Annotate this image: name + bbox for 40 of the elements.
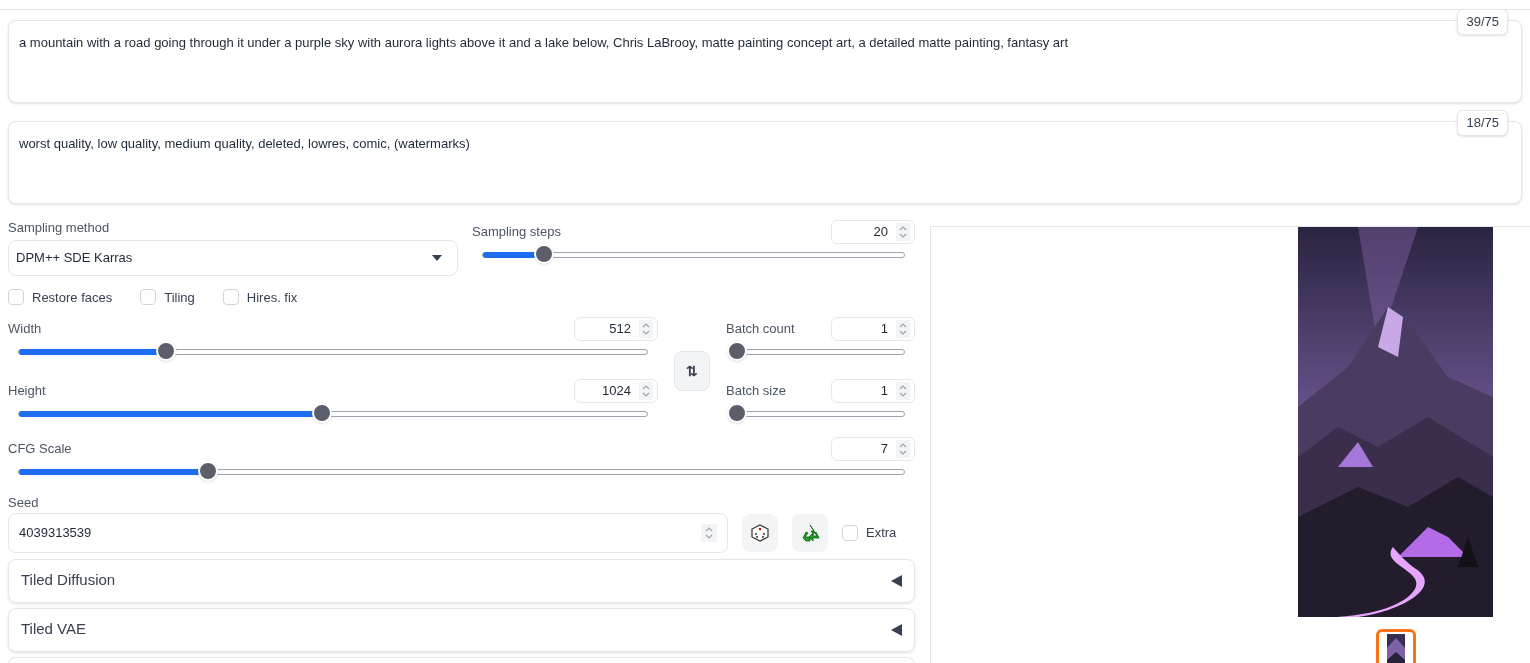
- accordion-header[interactable]: Tiled VAE: [8, 607, 915, 652]
- spinner-icon: [701, 523, 717, 542]
- number-field[interactable]: 1024: [574, 379, 658, 403]
- checkbox-label: Extra: [866, 523, 897, 542]
- checkbox[interactable]: [8, 289, 24, 306]
- slider-label: Batch size: [726, 382, 786, 401]
- number-field[interactable]: 1: [831, 379, 915, 403]
- number-field[interactable]: 20: [831, 220, 915, 244]
- slider-thumb[interactable]: [727, 341, 747, 361]
- slider-label: CFG Scale: [8, 440, 72, 459]
- caret-icon: [432, 254, 442, 261]
- slider-thumb[interactable]: [533, 244, 554, 264]
- checkbox[interactable]: [842, 524, 858, 541]
- slider-thumb[interactable]: [727, 403, 747, 423]
- field-label: Seed: [8, 494, 40, 512]
- number-field[interactable]: 512: [574, 317, 658, 341]
- accordion-header[interactable]: Tiled Diffusion: [8, 558, 915, 603]
- checkbox[interactable]: [140, 289, 157, 306]
- swap-dimensions-button[interactable]: ⇅: [674, 351, 710, 391]
- slider-label: Sampling steps: [472, 223, 561, 242]
- slider-label: Width: [8, 320, 42, 339]
- number-field[interactable]: 1: [831, 317, 915, 341]
- slider-thumb[interactable]: [155, 341, 176, 361]
- sampling-method-dropdown[interactable]: DPM++ SDE Karras: [8, 239, 458, 276]
- checkbox-label: Hires. fix: [246, 288, 298, 307]
- slider-thumb[interactable]: [197, 461, 218, 481]
- slider-label: Batch count: [726, 320, 795, 339]
- seed-field[interactable]: 4039313539: [8, 512, 728, 553]
- random-seed-button[interactable]: [742, 513, 778, 552]
- gallery-thumbnail[interactable]: [1375, 629, 1416, 663]
- checkbox-label: Restore faces: [32, 288, 113, 307]
- checkbox[interactable]: [222, 289, 239, 306]
- slider-label: Height: [8, 382, 46, 401]
- token-counter: 18/75: [1457, 110, 1508, 136]
- field-label: Sampling method: [8, 219, 111, 237]
- slider-thumb[interactable]: [312, 403, 333, 423]
- token-counter: 39/75: [1457, 9, 1508, 35]
- dice-icon: [751, 523, 769, 542]
- number-field[interactable]: 7: [831, 437, 915, 461]
- checkbox-label: Tiling: [164, 288, 195, 307]
